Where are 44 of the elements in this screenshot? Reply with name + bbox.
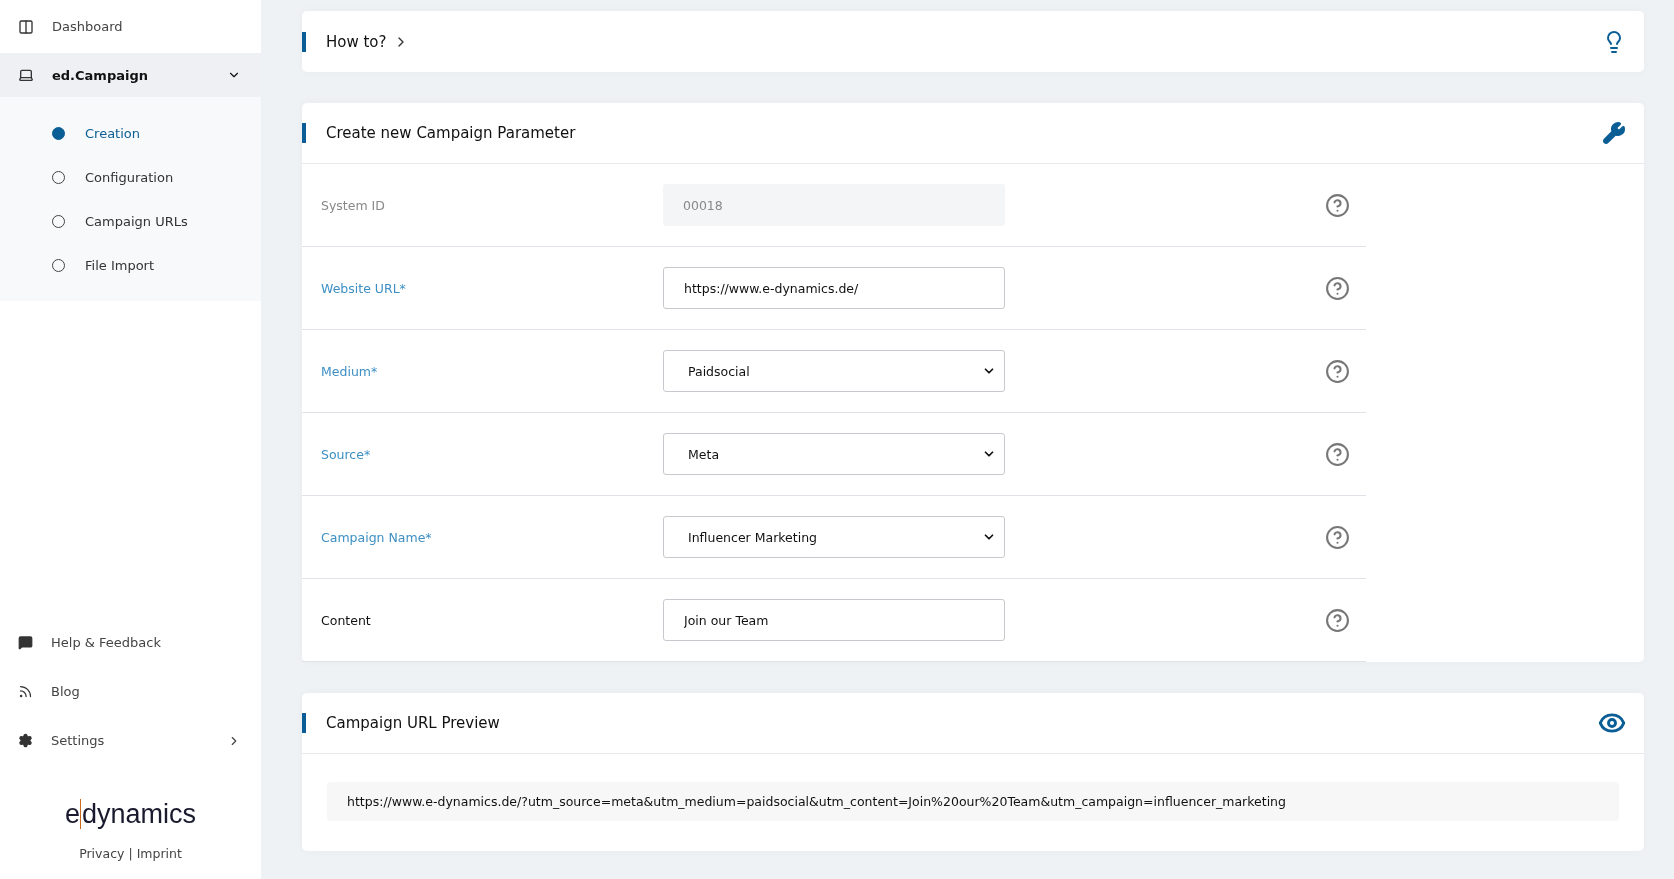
- settings-icon: [18, 733, 33, 748]
- nav-item[interactable]: Dashboard: [0, 0, 261, 53]
- logo: edynamics: [63, 799, 198, 830]
- accent-bar: [302, 31, 306, 52]
- separator-text: |: [128, 846, 133, 861]
- url-preview: https://www.e-dynamics.de/?utm_source=meta&utm_medium=paidsocial&utm_content=Join%20our%20Team&utm_campaign=influencer_marketing: [327, 782, 1619, 821]
- wrench-icon[interactable]: [1602, 121, 1626, 145]
- help-icon[interactable]: [1325, 607, 1350, 633]
- field-label: System ID: [321, 197, 386, 213]
- field-label: Source*: [321, 446, 372, 462]
- radio-dot[interactable]: [52, 126, 65, 140]
- chat-icon: [18, 635, 33, 650]
- nav-item[interactable]: Help & Feedback: [0, 618, 261, 667]
- field-label: Campaign Name*: [321, 529, 433, 545]
- rss-icon: [18, 684, 33, 699]
- card-title: Create new Campaign Parameter: [326, 124, 576, 142]
- submenu-item[interactable]: Campaign URLs: [85, 213, 188, 229]
- help-icon[interactable]: [1325, 192, 1350, 218]
- accent-bar: [302, 123, 306, 143]
- input-field[interactable]: https://www.e-dynamics.de/: [663, 267, 1005, 309]
- submenu-item[interactable]: Configuration: [85, 169, 174, 185]
- dropdown[interactable]: Meta: [663, 433, 1005, 475]
- laptop-icon: [18, 67, 34, 83]
- nav-item[interactable]: ed.Campaign: [0, 53, 261, 97]
- dropdown[interactable]: Paidsocial: [663, 350, 1005, 392]
- nav-item[interactable]: Blog: [0, 667, 261, 716]
- card-title[interactable]: How to?: [326, 32, 387, 51]
- accent-bar: [302, 713, 306, 733]
- dropdown[interactable]: Influencer Marketing: [663, 516, 1005, 558]
- nav-item[interactable]: Settings: [0, 716, 261, 765]
- field-label: Content: [321, 612, 372, 628]
- help-icon[interactable]: [1325, 524, 1350, 550]
- privacy-link[interactable]: Privacy: [79, 846, 125, 861]
- help-icon[interactable]: [1325, 358, 1350, 384]
- submenu-item[interactable]: File Import: [85, 257, 155, 273]
- submenu-item[interactable]: Creation: [85, 125, 140, 141]
- columns-icon: [18, 18, 34, 35]
- help-icon[interactable]: [1325, 275, 1350, 301]
- field-label: Website URL*: [321, 280, 407, 296]
- field-label: Medium*: [321, 363, 379, 379]
- imprint-link[interactable]: Imprint: [136, 846, 182, 861]
- input-field[interactable]: Join our Team: [663, 599, 1005, 641]
- help-icon[interactable]: [1325, 441, 1350, 467]
- card-title: Campaign URL Preview: [326, 714, 500, 732]
